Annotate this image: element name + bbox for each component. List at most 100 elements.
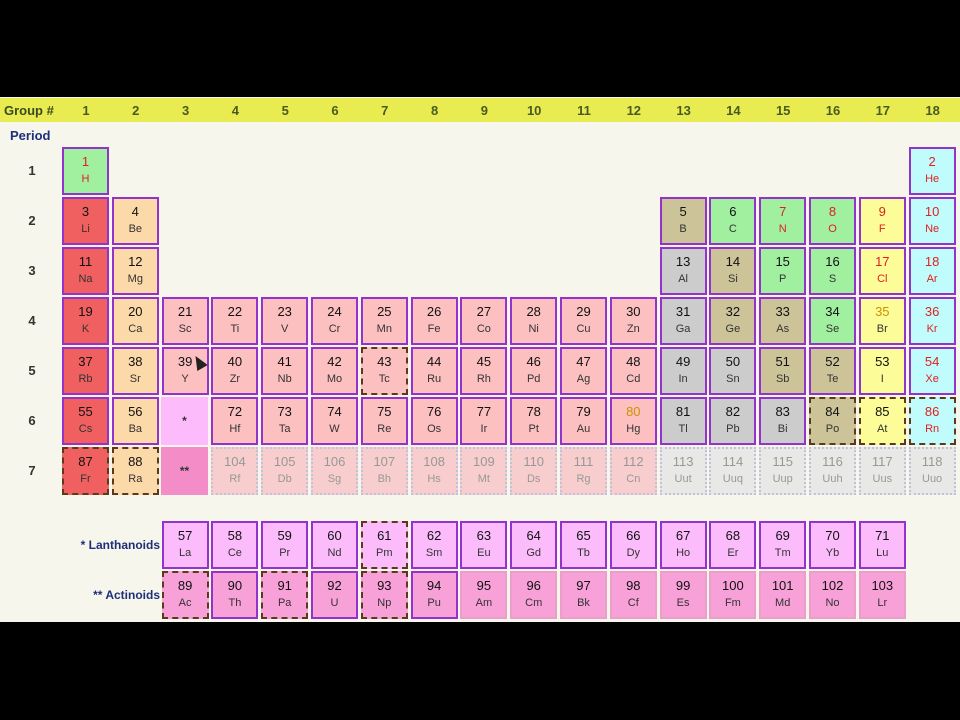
element-br[interactable]: 35 Br [858, 297, 906, 345]
element-in[interactable]: 49 In [659, 347, 707, 395]
element-cf[interactable]: 98 Cf [609, 571, 657, 619]
element-pu[interactable]: 94 Pu [410, 571, 458, 619]
element-u[interactable]: 92 U [311, 571, 358, 619]
element-xe[interactable]: 54 Xe [908, 347, 956, 395]
element-w[interactable]: 74 W [311, 397, 358, 445]
element-bi[interactable]: 83 Bi [759, 397, 807, 445]
element-au[interactable]: 79 Au [560, 397, 607, 445]
element-er[interactable]: 68 Er [709, 521, 757, 569]
element-co[interactable]: 27 Co [460, 297, 508, 345]
element-uup[interactable]: 115 Uup [759, 447, 807, 495]
element-am[interactable]: 95 Am [460, 571, 508, 619]
element-zn[interactable]: 30 Zn [609, 297, 657, 345]
element-gd[interactable]: 64 Gd [510, 521, 558, 569]
element-mn[interactable]: 25 Mn [360, 297, 408, 345]
element-bh[interactable]: 107 Bh [360, 447, 408, 495]
element-tl[interactable]: 81 Tl [659, 397, 707, 445]
element-c[interactable]: 6C [709, 197, 757, 245]
element-cn[interactable]: 112 Cn [609, 447, 657, 495]
element-o[interactable]: 8O [809, 197, 856, 245]
element-os[interactable]: 76 Os [410, 397, 458, 445]
element-cr[interactable]: 24 Cr [311, 297, 358, 345]
element-n[interactable]: 7N [759, 197, 807, 245]
element-ti[interactable]: 22 Ti [211, 297, 259, 345]
element-li[interactable]: 3 Li [62, 197, 109, 245]
element-sc[interactable]: 21 Sc [161, 297, 209, 345]
element-ar[interactable]: 18 Ar [908, 247, 956, 295]
element-sr[interactable]: 38 Sr [111, 347, 159, 395]
element-ho[interactable]: 67 Ho [659, 521, 707, 569]
element-v[interactable]: 23 V [261, 297, 309, 345]
element-ta[interactable]: 73 Ta [261, 397, 309, 445]
element-dy[interactable]: 66 Dy [609, 521, 657, 569]
element-cd[interactable]: 48 Cd [609, 347, 657, 395]
element-yb[interactable]: 70 Yb [809, 521, 856, 569]
element-as[interactable]: 33 As [759, 297, 807, 345]
element-fm[interactable]: 100 Fm [709, 571, 757, 619]
element-pt[interactable]: 78 Pt [510, 397, 558, 445]
element-kr[interactable]: 36 Kr [908, 297, 956, 345]
element-uut[interactable]: 113 Uut [659, 447, 707, 495]
element-tb[interactable]: 65 Tb [560, 521, 607, 569]
element-te[interactable]: 52 Te [809, 347, 856, 395]
element-uuo[interactable]: 118 Uuo [908, 447, 956, 495]
element-fe[interactable]: 26 Fe [410, 297, 458, 345]
element-rh[interactable]: 45 Rh [460, 347, 508, 395]
element-ca[interactable]: 20 Ca [111, 297, 159, 345]
element-na[interactable]: 11 Na [62, 247, 109, 295]
element-hf[interactable]: 72 Hf [211, 397, 259, 445]
element-se[interactable]: 34 Se [809, 297, 856, 345]
element-sm[interactable]: 62 Sm [410, 521, 458, 569]
element-zr[interactable]: 40 Zr [211, 347, 259, 395]
element-al[interactable]: 13 Al [659, 247, 707, 295]
element-lu[interactable]: 71 Lu [858, 521, 906, 569]
element-k[interactable]: 19 K [62, 297, 109, 345]
element-po[interactable]: 84 Po [809, 397, 856, 445]
element-cu[interactable]: 29 Cu [560, 297, 607, 345]
element-fr[interactable]: 87 Fr [62, 447, 109, 495]
element-rf[interactable]: 104 Rf [211, 447, 259, 495]
element-re[interactable]: 75 Re [360, 397, 408, 445]
element-rg[interactable]: 111 Rg [560, 447, 607, 495]
element-mo[interactable]: 42 Mo [311, 347, 358, 395]
element-th[interactable]: 90 Th [211, 571, 259, 619]
element-pa[interactable]: 91 Pa [261, 571, 309, 619]
element-ag[interactable]: 47 Ag [560, 347, 607, 395]
element-si[interactable]: 14 Si [709, 247, 757, 295]
element-pm[interactable]: 61 Pm [360, 521, 408, 569]
element-pb[interactable]: 82 Pb [709, 397, 757, 445]
element-hs[interactable]: 108 Hs [410, 447, 458, 495]
element-uuq[interactable]: 114 Uuq [709, 447, 757, 495]
element-hg[interactable]: 80 Hg [609, 397, 657, 445]
element-p[interactable]: 15 P [759, 247, 807, 295]
element-be[interactable]: 4 Be [111, 197, 159, 245]
element-no[interactable]: 102 No [809, 571, 856, 619]
element-sn[interactable]: 50 Sn [709, 347, 757, 395]
element-at[interactable]: 85 At [858, 397, 906, 445]
element-cs[interactable]: 55 Cs [62, 397, 109, 445]
element-ac[interactable]: 89 Ac [161, 571, 209, 619]
element-mt[interactable]: 109 Mt [460, 447, 508, 495]
element-pr[interactable]: 59 Pr [261, 521, 309, 569]
element-la[interactable]: 57 La [161, 521, 209, 569]
element-tc[interactable]: 43 Tc [360, 347, 408, 395]
element-f[interactable]: 9F [858, 197, 906, 245]
element-md[interactable]: 101 Md [759, 571, 807, 619]
element-i[interactable]: 53 I [858, 347, 906, 395]
element-cm[interactable]: 96 Cm [510, 571, 558, 619]
element-mg[interactable]: 12 Mg [111, 247, 159, 295]
element-ba[interactable]: 56 Ba [111, 397, 159, 445]
element-rn[interactable]: 86 Rn [908, 397, 956, 445]
element-b[interactable]: 5B [659, 197, 707, 245]
element-ni[interactable]: 28 Ni [510, 297, 558, 345]
element-eu[interactable]: 63 Eu [460, 521, 508, 569]
element-ga[interactable]: 31 Ga [659, 297, 707, 345]
element-es[interactable]: 99 Es [659, 571, 707, 619]
element-sb[interactable]: 51 Sb [759, 347, 807, 395]
element-rb[interactable]: 37 Rb [62, 347, 109, 395]
element-uus[interactable]: 117 Uus [858, 447, 906, 495]
element-uuh[interactable]: 116 Uuh [809, 447, 856, 495]
element-lr[interactable]: 103 Lr [858, 571, 906, 619]
element-s[interactable]: 16 S [809, 247, 856, 295]
element-ra[interactable]: 88 Ra [111, 447, 159, 495]
